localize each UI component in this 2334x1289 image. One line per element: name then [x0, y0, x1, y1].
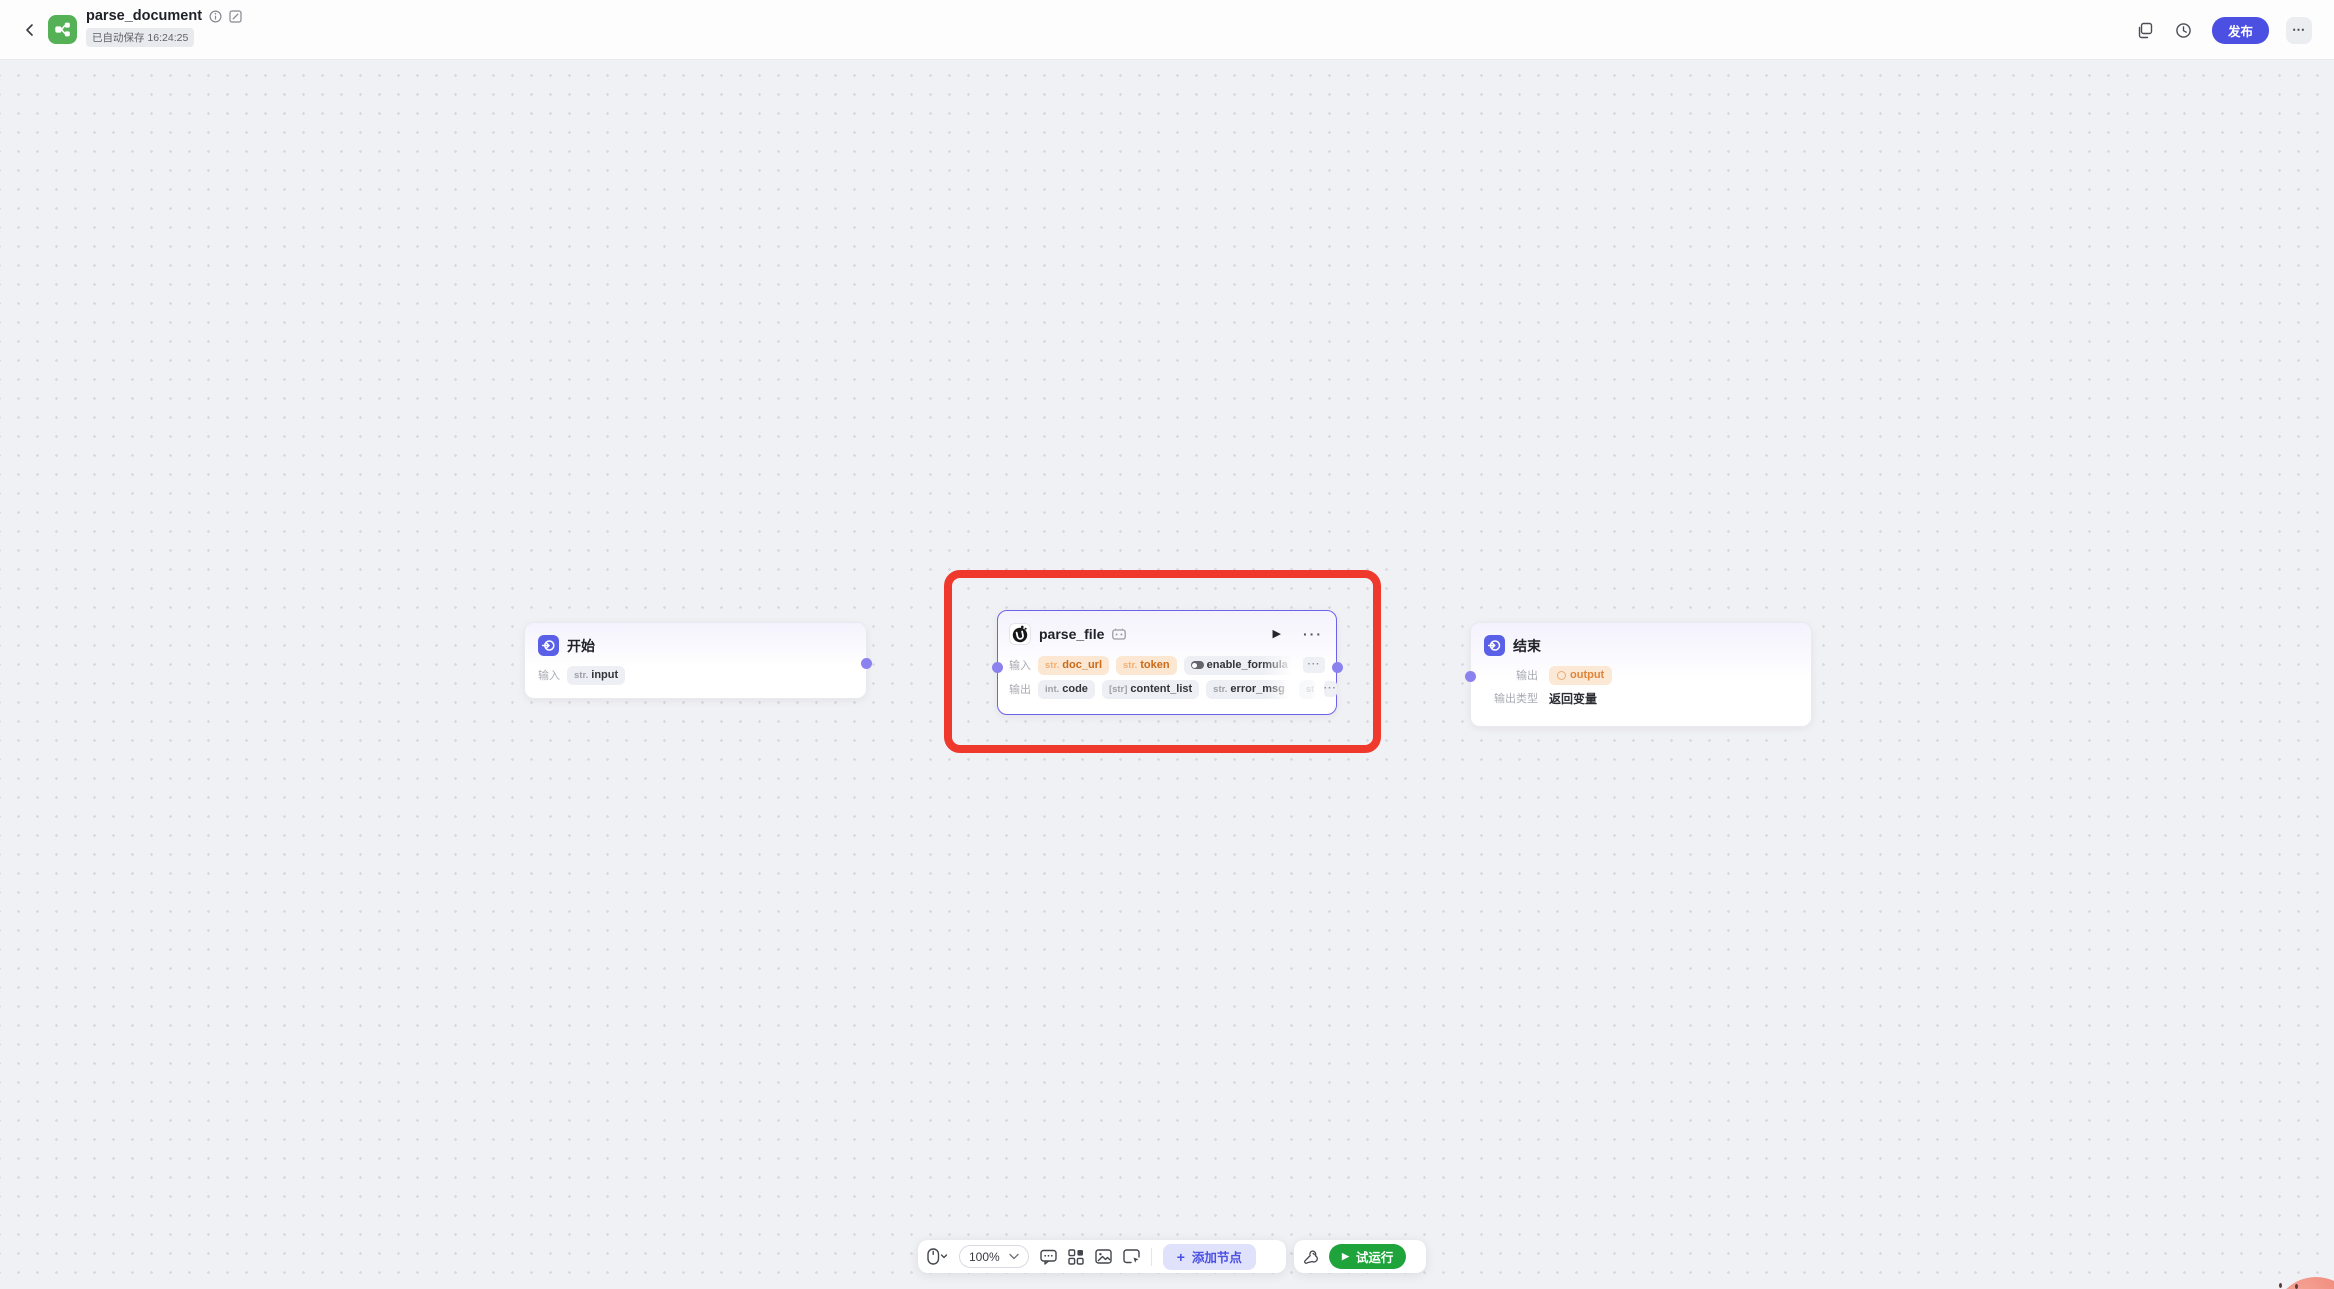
start-input-tag[interactable]: str. input	[567, 666, 625, 685]
play-icon: ▶	[1342, 1252, 1349, 1261]
wrench-icon[interactable]	[1303, 1249, 1319, 1265]
comment-button[interactable]	[1040, 1249, 1057, 1265]
start-input-label: 输入	[538, 667, 560, 683]
test-run-button[interactable]: ▶ 试运行	[1329, 1244, 1406, 1269]
end-output-tag[interactable]: output	[1549, 666, 1612, 685]
mascot-eye	[2279, 1283, 2282, 1288]
back-button[interactable]	[22, 22, 38, 38]
history-icon[interactable]	[2173, 19, 2195, 41]
node-end[interactable]: 结束 输出 output 输出类型 返回变量	[1470, 622, 1812, 727]
workflow-glyph-icon	[54, 21, 71, 38]
page-title: parse_document	[86, 8, 202, 24]
tag-name: output	[1570, 669, 1604, 681]
top-bar: parse_document 已自动保存 16:24:25	[0, 0, 2334, 60]
end-type-value: 返回变量	[1549, 690, 1597, 707]
node-end-title: 结束	[1513, 636, 1541, 656]
top-bar-actions: 发布 ⋯	[2134, 0, 2312, 60]
mascot-eye	[2295, 1284, 2298, 1289]
start-output-port[interactable]	[861, 658, 872, 669]
reference-icon	[1557, 671, 1566, 680]
pointer-mode-button[interactable]	[927, 1248, 948, 1265]
layout-grid-button[interactable]	[1068, 1249, 1084, 1265]
publish-button[interactable]: 发布	[2212, 17, 2269, 44]
duplicate-icon[interactable]	[2134, 19, 2156, 41]
node-start[interactable]: 开始 输入 str. input	[524, 622, 867, 699]
test-run-label: 试运行	[1356, 1247, 1394, 1266]
plus-icon: +	[1177, 1250, 1185, 1264]
zoom-value: 100%	[969, 1250, 1000, 1264]
node-end-header: 结束	[1471, 623, 1811, 663]
workflow-editor-window: parse_document 已自动保存 16:24:25	[0, 0, 2334, 1289]
image-export-button[interactable]	[1095, 1249, 1112, 1264]
end-icon	[1484, 635, 1505, 656]
canvas-toolbar: 100%	[918, 1240, 1286, 1273]
workflow-logo	[48, 15, 77, 44]
tag-type: str.	[574, 670, 588, 681]
frame-select-button[interactable]	[1123, 1249, 1140, 1264]
tag-name: input	[591, 669, 618, 681]
node-start-header: 开始	[525, 623, 866, 663]
add-node-button[interactable]: + 添加节点	[1163, 1244, 1256, 1270]
edit-title-icon[interactable]	[229, 10, 242, 23]
end-output-label: 输出	[1482, 667, 1538, 683]
start-icon	[538, 635, 559, 656]
annotation-highlight-box	[944, 570, 1381, 753]
autosave-badge: 已自动保存 16:24:25	[86, 28, 194, 47]
chevron-down-icon	[1009, 1253, 1019, 1260]
end-type-label: 输出类型	[1482, 690, 1538, 706]
end-input-port[interactable]	[1465, 671, 1476, 682]
title-block: parse_document 已自动保存 16:24:25	[86, 8, 242, 47]
add-node-label: 添加节点	[1192, 1247, 1242, 1266]
zoom-select[interactable]: 100%	[959, 1245, 1029, 1268]
node-start-title: 开始	[567, 636, 595, 656]
more-options-button[interactable]: ⋯	[2286, 17, 2312, 44]
toolbar-divider	[1151, 1248, 1152, 1266]
end-type-row: 输出类型 返回变量	[1471, 687, 1811, 709]
end-output-row: 输出 output	[1471, 663, 1811, 687]
run-toolbar: ▶ 试运行	[1294, 1240, 1426, 1273]
chevron-left-icon	[22, 22, 38, 38]
info-icon[interactable]	[209, 10, 222, 23]
